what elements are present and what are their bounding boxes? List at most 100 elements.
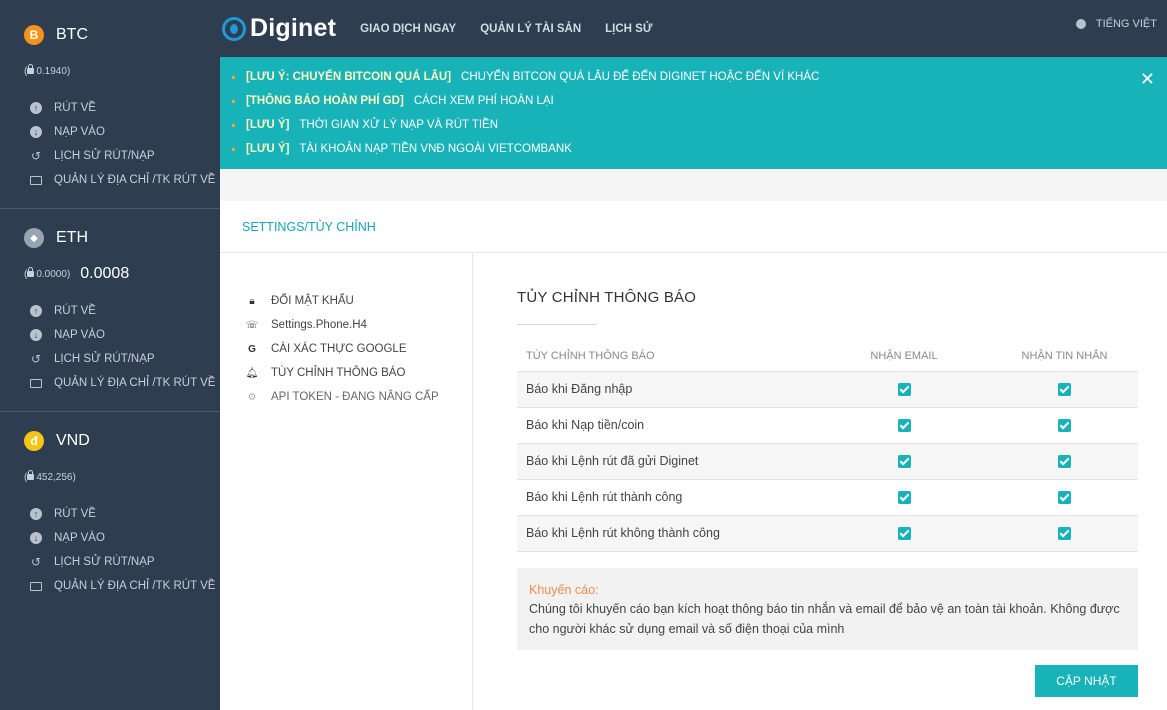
settings-menu-change-password[interactable]: 🔒︎ ĐỔI MẬT KHẨU — [220, 289, 472, 313]
notice-banner: [LƯU Ý: CHUYỂN BITCOIN QUÁ LÂU] CHUYỂN B… — [220, 57, 1167, 169]
coin-block-btc: B BTC (0.1940) ↑ RÚT VỀ ↓ NẠP VÀO ↺ LỊCH SỬ… — [0, 20, 220, 209]
menu-label: LỊCH SỬ RÚT/NẠP — [54, 150, 155, 162]
address-management-link[interactable]: QUẢN LÝ ĐỊA CHỈ /TK RÚT VỀ — [0, 371, 220, 395]
logo-icon — [222, 16, 246, 41]
divider — [0, 208, 220, 209]
recommendation-title: Khuyến cáo: — [529, 582, 599, 597]
table-row: Báo khi Lệnh rút đã gửi Diginet — [517, 443, 1138, 480]
withdraw-link[interactable]: ↑ RÚT VỀ — [0, 502, 220, 526]
settings-menu-notifications[interactable]: 🔔︎ TÙY CHỈNH THÔNG BÁO — [220, 361, 472, 385]
menu-label: API TOKEN - ĐANG NÂNG CẤP — [271, 391, 439, 403]
notice-tag: [LƯU Ý] — [246, 143, 290, 155]
notice-tag: [LƯU Ý] — [246, 119, 290, 131]
logo-text: Diginet — [250, 14, 337, 42]
column-header: TÙY CHỈNH THÔNG BÁO — [517, 341, 817, 372]
nav-history[interactable]: LỊCH SỬ — [605, 23, 652, 35]
withdraw-link[interactable]: ↑ RÚT VỀ — [0, 299, 220, 323]
menu-label: LỊCH SỬ RÚT/NẠP — [54, 353, 155, 365]
deposit-link[interactable]: ↓ NẠP VÀO — [0, 526, 220, 550]
coin-header-vnd[interactable]: đ VND — [0, 426, 220, 456]
email-checkbox[interactable] — [897, 419, 911, 433]
coin-name: ETH — [56, 229, 88, 246]
sms-checkbox[interactable] — [1058, 419, 1071, 433]
settings-menu: 🔒︎ ĐỔI MẬT KHẨU ☏ Settings.Phone.H4 G CÀI X… — [220, 253, 473, 710]
top-navbar: Diginet GIAO DỊCH NGAY QUẢN LÝ TÀI SẢN L… — [220, 0, 1167, 57]
notice-item[interactable]: [LƯU Ý] THỜI GIAN XỬ LÝ NẠP VÀ RÚT TIỀN — [220, 113, 1167, 137]
locked-value: 452,256 — [36, 471, 73, 483]
row-label: Báo khi Lệnh rút không thành công — [517, 515, 817, 552]
address-management-link[interactable]: QUẢN LÝ ĐỊA CHỈ /TK RÚT VỀ — [0, 574, 220, 598]
bell-icon: 🔔︎ — [245, 367, 259, 379]
locked-balance: (452,256) — [24, 469, 76, 483]
sms-cell — [991, 443, 1138, 480]
email-checkbox[interactable] — [897, 455, 911, 469]
sms-checkbox[interactable] — [1058, 491, 1071, 505]
email-checkbox[interactable] — [897, 491, 911, 505]
settings-menu-api-token[interactable]: ⚙ API TOKEN - ĐANG NÂNG CẤP — [220, 385, 472, 409]
coin-block-vnd: đ VND (452,256) ↑ RÚT VỀ ↓ NẠP VÀO ↺ LỊCH S… — [0, 426, 220, 598]
arrow-up-icon: ↑ — [30, 305, 42, 317]
menu-label: RÚT VỀ — [54, 508, 96, 520]
sms-checkbox[interactable] — [1058, 527, 1071, 541]
coin-header-btc[interactable]: B BTC — [0, 20, 220, 50]
address-management-link[interactable]: QUẢN LÝ ĐỊA CHỈ /TK RÚT VỀ — [0, 168, 220, 192]
email-checkbox[interactable] — [897, 383, 911, 397]
card-icon — [30, 581, 42, 591]
history-link[interactable]: ↺ LỊCH SỬ RÚT/NẠP — [0, 550, 220, 574]
notice-item[interactable]: [THÔNG BÁO HOÀN PHÍ GD] CÁCH XEM PHÍ HOÀ… — [220, 89, 1167, 113]
email-checkbox[interactable] — [897, 527, 911, 541]
section-heading: TỦY CHỈNH THÔNG BÁO — [517, 289, 697, 306]
divider — [0, 411, 220, 412]
notice-item[interactable]: [LƯU Ý: CHUYỂN BITCOIN QUÁ LÂU] CHUYỂN B… — [220, 65, 1167, 89]
locked-value: 0.1940 — [36, 65, 67, 77]
notice-tag: [LƯU Ý: CHUYỂN BITCOIN QUÁ LÂU] — [246, 71, 452, 83]
sms-cell — [991, 515, 1138, 552]
menu-label: NẠP VÀO — [54, 329, 105, 341]
card-icon — [30, 378, 42, 388]
sms-checkbox[interactable] — [1058, 455, 1071, 469]
arrow-down-icon: ↓ — [30, 329, 42, 341]
arrow-up-icon: ↑ — [30, 102, 42, 114]
settings-menu-phone[interactable]: ☏ Settings.Phone.H4 — [220, 313, 472, 337]
gear-icon: ⚙ — [247, 391, 257, 403]
vnd-icon: đ — [24, 431, 44, 451]
email-cell — [817, 443, 991, 480]
table-row: Báo khi Nạp tiền/coin — [517, 407, 1138, 444]
nav-trade-now[interactable]: GIAO DỊCH NGAY — [360, 23, 456, 35]
google-icon: G — [248, 343, 256, 355]
settings-menu-google-auth[interactable]: G CÀI XÁC THỰC GOOGLE — [220, 337, 472, 361]
notice-text: CÁCH XEM PHÍ HOÀN LẠI — [413, 95, 554, 107]
sms-checkbox[interactable] — [1058, 383, 1071, 397]
bullet-icon — [232, 99, 235, 103]
table-row: Báo khi Đăng nhập — [517, 371, 1138, 408]
history-link[interactable]: ↺ LỊCH SỬ RÚT/NẠP — [0, 144, 220, 168]
settings-panel: SETTINGS/TÙY CHỈNH 🔒︎ ĐỔI MẬT KHẨU ☏ Setti… — [220, 201, 1167, 710]
notification-table: TÙY CHỈNH THÔNG BÁO NHẬN EMAIL NHẬN TIN … — [517, 341, 1138, 552]
recommendation-box: Khuyến cáo: Chúng tôi khuyến cáo bạn kíc… — [517, 567, 1138, 650]
coin-balance: (0.0000) 0.0008 — [0, 263, 220, 285]
bullet-icon — [232, 123, 235, 127]
deposit-link[interactable]: ↓ NẠP VÀO — [0, 120, 220, 144]
menu-label: LỊCH SỬ RÚT/NẠP — [54, 556, 155, 568]
coin-balance: (0.1940) — [0, 60, 220, 82]
lock-icon — [27, 63, 35, 74]
email-cell — [817, 515, 991, 552]
history-link[interactable]: ↺ LỊCH SỬ RÚT/NẠP — [0, 347, 220, 371]
eth-icon: ◆ — [24, 228, 44, 248]
bullet-icon — [232, 75, 235, 79]
coin-header-eth[interactable]: ◆ ETH — [0, 223, 220, 253]
coin-balance: (452,256) — [0, 466, 220, 488]
nav-asset-management[interactable]: QUẢN LÝ TÀI SẢN — [480, 23, 581, 35]
close-icon[interactable]: ✕ — [1140, 69, 1155, 90]
bullet-icon — [232, 147, 235, 151]
deposit-link[interactable]: ↓ NẠP VÀO — [0, 323, 220, 347]
logo[interactable]: Diginet — [222, 14, 336, 43]
update-button[interactable]: CẬP NHẬT — [1035, 665, 1138, 697]
notice-item[interactable]: [LƯU Ý] TÀI KHOẢN NẠP TIỀN VNĐ NGOÀI VIE… — [220, 137, 1167, 161]
page-title: SETTINGS/TÙY CHỈNH — [220, 201, 1167, 253]
notice-text: TÀI KHOẢN NẠP TIỀN VNĐ NGOÀI VIETCOMBANK — [299, 143, 572, 155]
language-selector[interactable]: TIẾNG VIỆT — [1075, 18, 1157, 30]
email-cell — [817, 407, 991, 444]
notice-text: THỜI GIAN XỬ LÝ NẠP VÀ RÚT TIỀN — [299, 119, 499, 131]
withdraw-link[interactable]: ↑ RÚT VỀ — [0, 96, 220, 120]
